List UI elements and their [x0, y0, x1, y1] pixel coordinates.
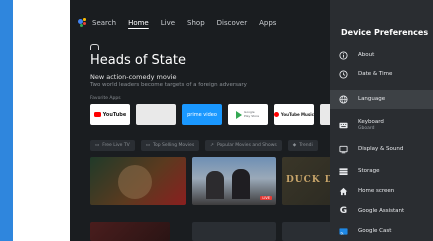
tab-shop[interactable]: Shop: [187, 19, 205, 27]
hero-title: Heads of State: [90, 53, 186, 68]
thumbnail-row2-1[interactable]: [90, 222, 170, 241]
search-label: Search: [92, 19, 117, 27]
display-icon: [339, 145, 348, 154]
play-store-icon: [236, 110, 242, 119]
info-icon: [339, 51, 348, 60]
storage-icon: [339, 167, 348, 176]
top-navigation: Search Home Live Shop Discover Apps: [70, 18, 276, 28]
search-button[interactable]: Search: [78, 18, 116, 28]
menu-item-google-assistant[interactable]: G Google Assistant: [330, 202, 433, 221]
menu-item-date-time[interactable]: Date & Time: [330, 65, 433, 84]
app-prime-video[interactable]: prime video: [182, 104, 222, 125]
studio-logo-icon: [90, 44, 99, 50]
menu-item-storage[interactable]: Storage: [330, 162, 433, 181]
tab-home[interactable]: Home: [128, 19, 149, 27]
left-accent-bar: [0, 0, 13, 241]
app-youtube-music[interactable]: YouTube Music: [274, 104, 314, 125]
thumbnail-live-channel[interactable]: LIVE: [192, 157, 276, 205]
keyboard-sub-label: Gboard: [358, 126, 375, 131]
category-chips: ▭ Free Live TV ▭ Top Selling Movies ↗ Popul…: [90, 140, 318, 151]
menu-item-display-sound[interactable]: Display & Sound: [330, 140, 433, 159]
favorite-apps-label: Favorite Apps: [90, 96, 121, 101]
home-icon: [339, 187, 348, 196]
tab-live[interactable]: Live: [161, 19, 175, 27]
chip-popular-movies-shows[interactable]: ↗ Popular Movies and Shows: [205, 140, 282, 151]
google-assistant-icon: [78, 18, 88, 28]
google-icon: G: [339, 206, 348, 216]
globe-icon: [339, 95, 348, 104]
favorite-apps-row: YouTube prime video Google Play Store Yo…: [90, 104, 360, 125]
youtube-logo-icon: [93, 112, 101, 117]
chip-trending[interactable]: ◆ Trendi: [287, 140, 318, 151]
device-preferences-panel: Device Preferences About Date & Time Lan…: [330, 0, 433, 241]
tab-discover[interactable]: Discover: [217, 19, 247, 27]
menu-item-about[interactable]: About: [330, 46, 433, 65]
keyboard-icon: [339, 121, 348, 130]
thumbnail-action-movie[interactable]: [90, 157, 186, 205]
hero-subtitle: New action-comedy movie: [90, 73, 177, 81]
cast-icon: [339, 227, 348, 236]
app-youtube[interactable]: YouTube: [90, 104, 130, 125]
panel-title: Device Preferences: [341, 28, 429, 37]
clock-icon: [339, 70, 348, 79]
thumbnail-row2-2[interactable]: [192, 222, 276, 241]
app-google-play-store[interactable]: Google Play Store: [228, 104, 268, 125]
hero-description: Two world leaders become targets of a fo…: [90, 82, 247, 88]
chip-top-selling-movies[interactable]: ▭ Top Selling Movies: [140, 140, 200, 151]
live-badge: LIVE: [260, 196, 272, 200]
menu-item-keyboard[interactable]: Keyboard Gboard: [330, 114, 433, 136]
menu-item-home-screen[interactable]: Home screen: [330, 182, 433, 201]
chip-free-live-tv[interactable]: ▭ Free Live TV: [90, 140, 135, 151]
menu-item-google-cast[interactable]: Google Cast: [330, 222, 433, 241]
tab-apps[interactable]: Apps: [259, 19, 276, 27]
app-blank[interactable]: [136, 104, 176, 125]
menu-item-language[interactable]: Language: [330, 90, 433, 109]
youtube-music-icon: [274, 112, 279, 117]
hero-banner[interactable]: Heads of State New action-comedy movie T…: [90, 44, 330, 88]
